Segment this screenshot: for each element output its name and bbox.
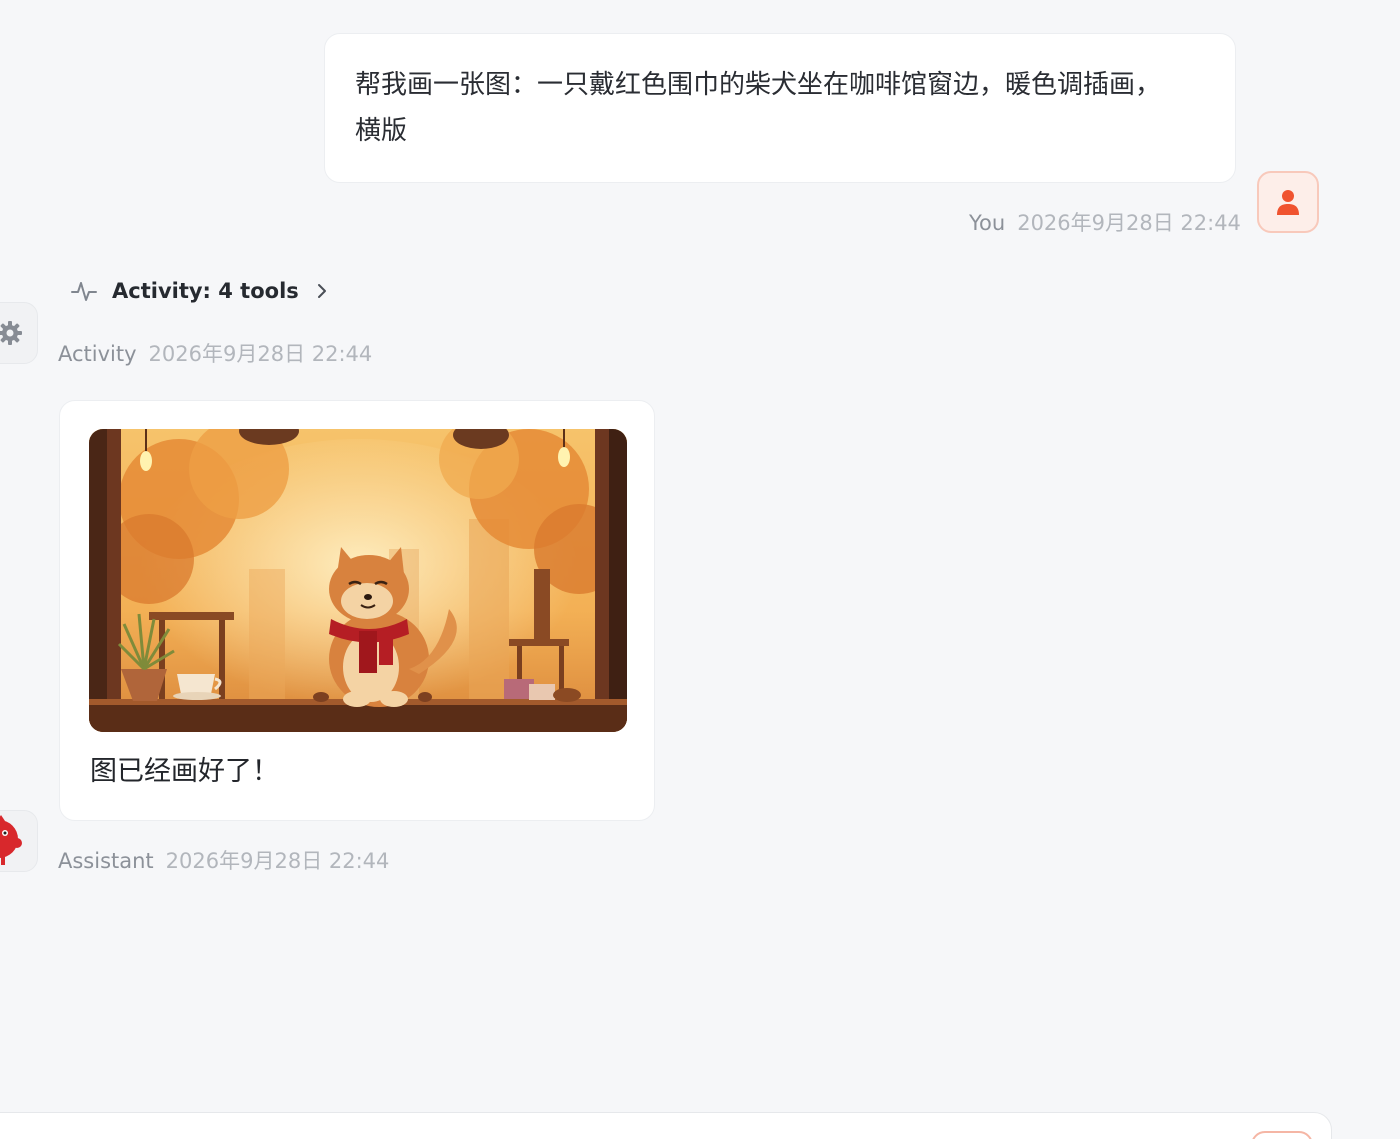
- generated-image[interactable]: [89, 429, 627, 732]
- assistant-message-bubble: 图已经画好了！: [59, 400, 655, 821]
- assistant-avatar: [0, 810, 38, 872]
- user-message-meta: You 2026年9月28日 22:44: [969, 207, 1241, 237]
- assistant-meta: Assistant 2026年9月28日 22:44: [58, 845, 389, 875]
- activity-avatar: [0, 302, 38, 364]
- user-message-text: 帮我画一张图：一只戴红色围巾的柴犬坐在咖啡馆窗边，暖色调插画，横版: [355, 70, 1162, 146]
- pulse-icon: [71, 282, 97, 301]
- person-icon: [1277, 190, 1299, 215]
- assistant-message-text: 图已经画好了！: [90, 756, 279, 787]
- chat-page: 帮我画一张图：一只戴红色围巾的柴犬坐在咖啡馆窗边，暖色调插画，横版 You 202…: [0, 0, 1400, 1139]
- activity-meta: Activity 2026年9月28日 22:44: [58, 338, 372, 368]
- user-avatar[interactable]: [1257, 171, 1319, 233]
- gear-icon: [0, 321, 22, 345]
- user-sender: You: [969, 211, 1006, 235]
- activity-sender: Activity: [58, 342, 137, 366]
- user-timestamp: 2026年9月28日 22:44: [1017, 211, 1241, 235]
- activity-toggle[interactable]: Activity: 4 tools: [70, 272, 331, 310]
- assistant-timestamp: 2026年9月28日 22:44: [165, 849, 390, 873]
- user-message-bubble: 帮我画一张图：一只戴红色围巾的柴犬坐在咖啡馆窗边，暖色调插画，横版: [324, 33, 1236, 183]
- activity-timestamp: 2026年9月28日 22:44: [148, 342, 373, 366]
- red-mascot-icon: [0, 815, 22, 865]
- send-button[interactable]: [1251, 1131, 1313, 1139]
- chevron-right-icon: [317, 284, 326, 298]
- message-composer[interactable]: [0, 1112, 1332, 1139]
- assistant-sender: Assistant: [58, 849, 154, 873]
- activity-label: Activity: 4 tools: [112, 279, 299, 303]
